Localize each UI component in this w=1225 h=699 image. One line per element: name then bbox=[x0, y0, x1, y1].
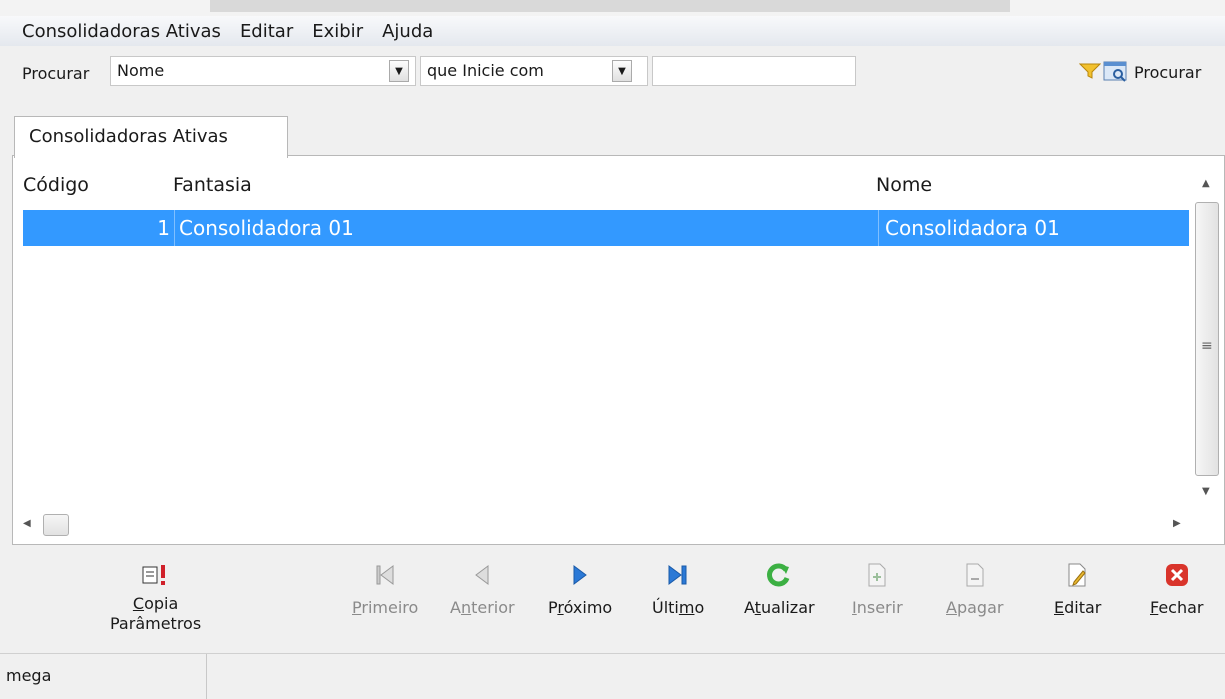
tab-consolidadoras-ativas[interactable]: Consolidadoras Ativas bbox=[14, 116, 288, 158]
menu-ajuda[interactable]: Ajuda bbox=[376, 21, 446, 42]
anterior-label: Anterior bbox=[450, 598, 515, 617]
anterior-button[interactable]: Anterior bbox=[450, 560, 515, 617]
status-bar: mega bbox=[0, 653, 1225, 699]
status-user: mega bbox=[6, 666, 52, 685]
search-window-icon bbox=[1103, 61, 1127, 82]
search-field-select[interactable]: Nome ▼ bbox=[110, 56, 416, 86]
cell-fantasia: Consolidadora 01 bbox=[175, 210, 879, 246]
search-bar: Procurar Nome ▼ que Inicie com ▼ Procura… bbox=[0, 48, 1225, 98]
copia-parametros-button[interactable]: Copia Parâmetros bbox=[110, 560, 201, 634]
scroll-up-icon[interactable]: ▲ bbox=[1202, 178, 1210, 189]
scroll-down-icon[interactable]: ▼ bbox=[1202, 486, 1210, 497]
apagar-label: Apagar bbox=[946, 598, 1004, 617]
chevron-down-icon[interactable]: ▼ bbox=[389, 60, 409, 82]
cell-nome: Consolidadora 01 bbox=[885, 216, 1060, 240]
last-record-icon bbox=[666, 560, 690, 590]
next-record-icon bbox=[571, 560, 589, 590]
editar-label: Editar bbox=[1054, 598, 1102, 617]
copia-label-line2: Parâmetros bbox=[110, 614, 202, 633]
horizontal-scroll-thumb[interactable] bbox=[43, 514, 69, 536]
chevron-down-icon[interactable]: ▼ bbox=[612, 60, 632, 82]
ultimo-label: Último bbox=[652, 598, 705, 617]
column-header-fantasia[interactable]: Fantasia bbox=[173, 174, 252, 196]
insert-record-icon bbox=[866, 560, 888, 590]
edit-record-icon bbox=[1066, 560, 1090, 590]
column-header-codigo[interactable]: Código bbox=[23, 174, 89, 196]
scroll-left-icon[interactable]: ◀ bbox=[23, 518, 31, 529]
primeiro-button[interactable]: Primeiro bbox=[352, 560, 418, 617]
filter-icon[interactable] bbox=[1078, 63, 1102, 84]
vertical-scrollbar[interactable]: ▲ ≡ ▼ bbox=[1193, 170, 1221, 510]
scroll-grip-icon: ≡ bbox=[1201, 338, 1213, 354]
refresh-icon bbox=[766, 560, 792, 590]
proximo-label: Próximo bbox=[548, 598, 613, 617]
data-grid: Código Fantasia Nome 1 Consolidadora 01 … bbox=[12, 155, 1225, 545]
apagar-button[interactable]: Apagar bbox=[946, 560, 1003, 617]
top-edge-shade bbox=[210, 0, 1010, 12]
menu-bar: Consolidadoras Ativas Editar Exibir Ajud… bbox=[0, 16, 1225, 46]
fechar-label: Fechar bbox=[1150, 598, 1204, 617]
search-button-label: Procurar bbox=[1134, 62, 1202, 82]
menu-consolidadoras-ativas[interactable]: Consolidadoras Ativas bbox=[0, 21, 234, 42]
delete-record-icon bbox=[964, 560, 986, 590]
column-header-nome[interactable]: Nome bbox=[876, 174, 932, 196]
proximo-button[interactable]: Próximo bbox=[548, 560, 612, 617]
close-icon bbox=[1164, 560, 1190, 590]
grid-header: Código Fantasia Nome bbox=[13, 156, 1193, 208]
search-condition-value: que Inicie com bbox=[427, 61, 544, 80]
scroll-right-icon[interactable]: ▶ bbox=[1173, 518, 1181, 529]
primeiro-label: Primeiro bbox=[352, 598, 419, 617]
search-button[interactable]: Procurar bbox=[1103, 58, 1201, 86]
table-row[interactable]: 1 Consolidadora 01 Consolidadora 01 bbox=[23, 210, 1189, 246]
inserir-button[interactable]: Inserir bbox=[852, 560, 903, 617]
menu-editar[interactable]: Editar bbox=[234, 21, 306, 42]
fechar-button[interactable]: Fechar bbox=[1150, 560, 1204, 617]
inserir-label: Inserir bbox=[852, 598, 903, 617]
atualizar-button[interactable]: Atualizar bbox=[744, 560, 815, 617]
search-label: Procurar bbox=[22, 64, 90, 83]
bottom-toolbar: Copia Parâmetros Primeiro Anterior Próxi… bbox=[0, 550, 1225, 650]
tab-strip: Consolidadoras Ativas bbox=[0, 110, 1225, 158]
menu-exibir[interactable]: Exibir bbox=[306, 21, 376, 42]
search-field-value: Nome bbox=[117, 61, 165, 80]
status-user-panel: mega bbox=[0, 654, 207, 699]
editar-button[interactable]: Editar bbox=[1054, 560, 1101, 617]
atualizar-label: Atualizar bbox=[744, 598, 815, 617]
search-text-input[interactable] bbox=[652, 56, 856, 86]
copy-params-icon bbox=[141, 560, 171, 590]
copia-label-line1: Copia bbox=[132, 594, 179, 613]
tab-label: Consolidadoras Ativas bbox=[29, 126, 228, 147]
search-condition-select[interactable]: que Inicie com ▼ bbox=[420, 56, 648, 86]
ultimo-button[interactable]: Último bbox=[652, 560, 704, 617]
first-record-icon bbox=[374, 560, 396, 590]
horizontal-scrollbar[interactable]: ◀ ▶ bbox=[13, 506, 1193, 542]
cell-codigo: 1 bbox=[23, 210, 175, 246]
previous-record-icon bbox=[473, 560, 491, 590]
